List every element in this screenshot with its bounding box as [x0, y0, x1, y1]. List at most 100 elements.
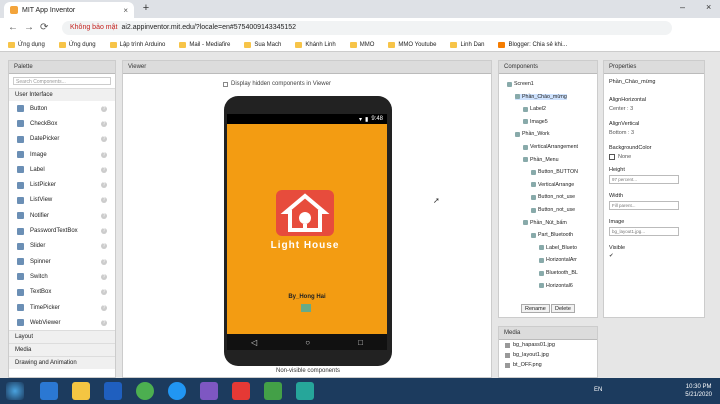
- bookmark-item[interactable]: MMO Youtube: [388, 40, 436, 49]
- zalo-icon[interactable]: [168, 382, 186, 400]
- palette-item-listpicker[interactable]: ListPicker?: [9, 177, 115, 192]
- excel-icon[interactable]: [296, 382, 314, 400]
- media-player-icon[interactable]: [104, 382, 122, 400]
- palette-item-image[interactable]: Image?: [9, 147, 115, 162]
- help-icon[interactable]: ?: [101, 197, 107, 204]
- delete-button[interactable]: Delete: [551, 304, 575, 313]
- palette-item-passwordtextbox[interactable]: PasswordTextBox?: [9, 223, 115, 238]
- bookmark-item[interactable]: Blogger: Chia sẻ khi...: [498, 40, 567, 49]
- category-media[interactable]: Media: [9, 343, 115, 357]
- help-icon[interactable]: ?: [101, 289, 107, 296]
- palette-item-checkbox[interactable]: CheckBox?: [9, 116, 115, 131]
- checkbox-icon[interactable]: [223, 81, 228, 87]
- palette-item-slider[interactable]: Slider?: [9, 239, 115, 254]
- file-explorer-icon[interactable]: [72, 382, 90, 400]
- image-thumbnail-icon[interactable]: [301, 304, 311, 312]
- tree-item[interactable]: Phần_Chào_mừng: [515, 93, 567, 100]
- help-icon[interactable]: ?: [101, 304, 107, 311]
- align-vertical-select[interactable]: Bottom : 3: [609, 130, 634, 136]
- close-window-button[interactable]: ×: [706, 2, 711, 12]
- tree-item[interactable]: Bluetooth_BL: [539, 270, 578, 276]
- tree-item[interactable]: HorizontalArr: [539, 257, 577, 263]
- tab-close-icon[interactable]: ×: [123, 6, 128, 15]
- category-layout[interactable]: Layout: [9, 330, 115, 344]
- app-icon[interactable]: [264, 382, 282, 400]
- palette-item-webviewer[interactable]: WebViewer?: [9, 315, 115, 330]
- help-icon[interactable]: ?: [101, 182, 107, 189]
- width-field[interactable]: Fill parent...: [609, 201, 679, 210]
- lighthouse-logo-icon[interactable]: [276, 190, 334, 236]
- url-bar[interactable]: Không bảo mật ai2.appinventor.mit.edu/?l…: [62, 21, 672, 35]
- help-icon[interactable]: ?: [101, 166, 107, 173]
- color-swatch-icon[interactable]: [609, 154, 615, 160]
- rename-button[interactable]: Rename: [521, 304, 550, 313]
- category-user-interface[interactable]: User Interface: [9, 88, 115, 101]
- tree-item[interactable]: VerticalArrange: [531, 182, 574, 188]
- help-icon[interactable]: ?: [101, 319, 107, 326]
- palette-item-label[interactable]: Label?: [9, 162, 115, 177]
- help-icon[interactable]: ?: [101, 105, 107, 112]
- bookmark-item[interactable]: Ứng dụng: [8, 40, 45, 49]
- background-color-value[interactable]: None: [618, 154, 631, 160]
- tree-item[interactable]: Image5: [523, 119, 548, 125]
- byline-label[interactable]: By_Hong Hai: [267, 294, 347, 300]
- bookmark-item[interactable]: MMO: [349, 40, 374, 49]
- visible-checkbox[interactable]: ✔: [609, 253, 614, 259]
- start-button[interactable]: [6, 382, 24, 400]
- bookmark-item[interactable]: Lập trình Arduino: [109, 40, 165, 49]
- tree-item[interactable]: Part_Bluetooth: [531, 232, 573, 238]
- new-tab-button[interactable]: +: [140, 3, 152, 15]
- media-file[interactable]: bg_layout1.jpg: [499, 350, 597, 360]
- help-icon[interactable]: ?: [101, 228, 107, 235]
- system-clock[interactable]: 10:30 PM 5/21/2020: [685, 383, 712, 399]
- bookmark-item[interactable]: Sua Mach: [244, 40, 281, 49]
- palette-item-switch[interactable]: Switch?: [9, 269, 115, 284]
- help-icon[interactable]: ?: [101, 243, 107, 250]
- palette-item-button[interactable]: Button?: [9, 101, 115, 116]
- forward-button[interactable]: →: [24, 22, 34, 33]
- reload-button[interactable]: ⟳: [40, 22, 48, 33]
- tree-item[interactable]: Button_BUTTON: [531, 169, 578, 175]
- palette-item-textbox[interactable]: TextBox?: [9, 285, 115, 300]
- tree-item[interactable]: Phần_Nút_bấm: [523, 220, 567, 226]
- help-icon[interactable]: ?: [101, 258, 107, 265]
- app-icon[interactable]: [232, 382, 250, 400]
- tree-item[interactable]: Label_Blueto: [539, 245, 577, 251]
- palette-item-spinner[interactable]: Spinner?: [9, 254, 115, 269]
- bookmark-item[interactable]: Linh Dan: [450, 40, 484, 49]
- bookmark-item[interactable]: Khánh Linh: [295, 40, 336, 49]
- tree-item[interactable]: Screen1: [507, 81, 534, 87]
- tree-item[interactable]: Label2: [523, 106, 546, 112]
- chrome-icon[interactable]: [136, 382, 154, 400]
- palette-item-timepicker[interactable]: TimePicker?: [9, 300, 115, 315]
- phone-screen[interactable]: ▾ ▮ 9:48 Light House By_Hong Hai ◁ ○ □: [227, 114, 387, 350]
- tree-item[interactable]: Button_not_use: [531, 207, 575, 213]
- media-file[interactable]: bg_hapass01.jpg: [499, 340, 597, 350]
- tree-item[interactable]: Phần_Menu: [523, 157, 559, 163]
- bookmark-item[interactable]: Ứng dụng: [58, 40, 96, 49]
- height-field[interactable]: 97 percent...: [609, 175, 679, 184]
- language-indicator[interactable]: EN: [594, 387, 602, 393]
- help-icon[interactable]: ?: [101, 273, 107, 280]
- tree-item[interactable]: Horizontal6: [539, 283, 573, 289]
- tree-item[interactable]: VerticalArrangement: [523, 144, 578, 150]
- bookmark-item[interactable]: Mail - Mediafire: [179, 40, 230, 49]
- media-file[interactable]: bt_OFF.png: [499, 360, 597, 370]
- ie-icon[interactable]: [40, 382, 58, 400]
- palette-item-notifier[interactable]: Notifier?: [9, 208, 115, 223]
- browser-tab[interactable]: MIT App Inventor ×: [4, 2, 134, 18]
- not-secure-label[interactable]: Không bảo mật: [70, 24, 117, 32]
- image-field[interactable]: bg_layout1.jpg...: [609, 227, 679, 236]
- display-hidden-checkbox[interactable]: Display hidden components in Viewer: [223, 81, 331, 87]
- tree-item[interactable]: Button_not_use: [531, 194, 575, 200]
- palette-search-input[interactable]: Search Components...: [13, 77, 111, 85]
- help-icon[interactable]: ?: [101, 136, 107, 143]
- tree-item[interactable]: Phần_Work: [515, 131, 550, 137]
- back-button[interactable]: ←: [8, 22, 18, 33]
- help-icon[interactable]: ?: [101, 120, 107, 127]
- palette-item-datepicker[interactable]: DatePicker?: [9, 132, 115, 147]
- palette-item-listview[interactable]: ListView?: [9, 193, 115, 208]
- minimize-button[interactable]: –: [680, 2, 685, 12]
- help-icon[interactable]: ?: [101, 212, 107, 219]
- category-drawing-animation[interactable]: Drawing and Animation: [9, 356, 115, 370]
